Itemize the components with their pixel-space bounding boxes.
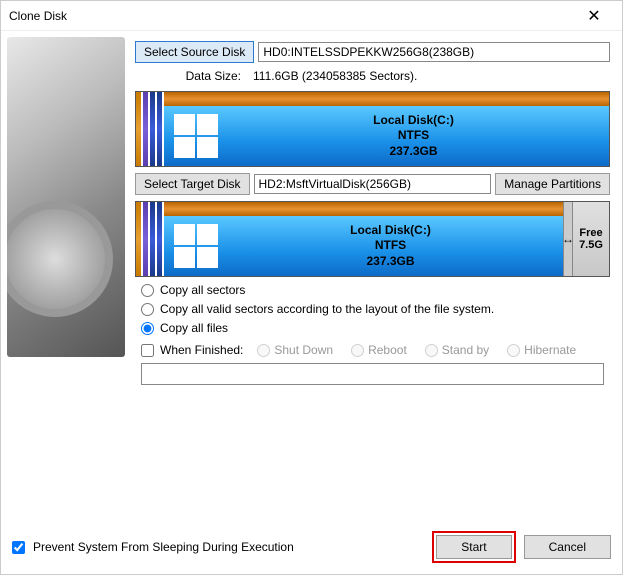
reboot-radio [351,344,364,357]
select-target-disk-button[interactable]: Select Target Disk [135,173,250,195]
main-panel: Select Source Disk HD0:INTELSSDPEKKW256G… [131,31,622,511]
prevent-sleep-label: Prevent System From Sleeping During Exec… [33,540,294,554]
cancel-button[interactable]: Cancel [524,535,611,559]
copy-all-sectors-label: Copy all sectors [160,283,245,297]
when-finished-checkbox[interactable] [141,344,154,357]
prevent-sleep-checkbox[interactable] [12,541,25,554]
start-button-highlight: Start [432,531,515,563]
free-size: 7.5G [579,239,603,251]
resize-handle-icon[interactable]: ↔ [563,202,573,276]
target-disk-value: HD2:MsftVirtualDisk(256GB) [254,174,492,194]
windows-icon [174,114,218,158]
data-size-label: Data Size: [135,69,245,83]
select-source-disk-button[interactable]: Select Source Disk [135,41,254,63]
data-size-value: 111.6GB (234058385 Sectors). [249,67,610,85]
partition-name: Local Disk(C:) [218,113,609,129]
source-partition[interactable]: Local Disk(C:) NTFS 237.3GB [164,92,609,166]
target-partition[interactable]: Local Disk(C:) NTFS 237.3GB [164,202,563,276]
copy-valid-sectors-radio[interactable] [141,303,154,316]
hibernate-label: Hibernate [524,343,576,357]
footer: Prevent System From Sleeping During Exec… [12,531,611,563]
hibernate-radio [507,344,520,357]
copy-valid-sectors-label: Copy all valid sectors according to the … [160,302,494,316]
reboot-label: Reboot [368,343,407,357]
copy-all-files-label: Copy all files [160,321,228,335]
content-area: Select Source Disk HD0:INTELSSDPEKKW256G… [1,31,622,511]
shutdown-radio [257,344,270,357]
close-icon[interactable]: ✕ [574,6,614,26]
partition-size: 237.3GB [218,144,609,160]
partition-name: Local Disk(C:) [218,223,563,239]
progress-bar [141,363,604,385]
target-disk-bar: Local Disk(C:) NTFS 237.3GB ↔ Free 7.5G [135,201,610,277]
standby-label: Stand by [442,343,489,357]
standby-radio [425,344,438,357]
partition-fs: NTFS [218,128,609,144]
manage-partitions-button[interactable]: Manage Partitions [495,173,610,195]
titlebar: Clone Disk ✕ [1,1,622,31]
source-disk-value: HD0:INTELSSDPEKKW256G8(238GB) [258,42,610,62]
free-label: Free [579,227,602,239]
sidebar [1,31,131,511]
window-title: Clone Disk [9,9,574,23]
windows-icon [174,224,218,268]
when-finished-label: When Finished: [160,343,243,357]
partition-size: 237.3GB [218,254,563,270]
disk-image [7,37,125,357]
partition-fs: NTFS [218,238,563,254]
copy-all-sectors-radio[interactable] [141,284,154,297]
source-disk-bar: Local Disk(C:) NTFS 237.3GB [135,91,610,167]
shutdown-label: Shut Down [274,343,333,357]
copy-all-files-radio[interactable] [141,322,154,335]
start-button[interactable]: Start [436,535,511,559]
free-space-partition[interactable]: Free 7.5G [573,202,609,276]
